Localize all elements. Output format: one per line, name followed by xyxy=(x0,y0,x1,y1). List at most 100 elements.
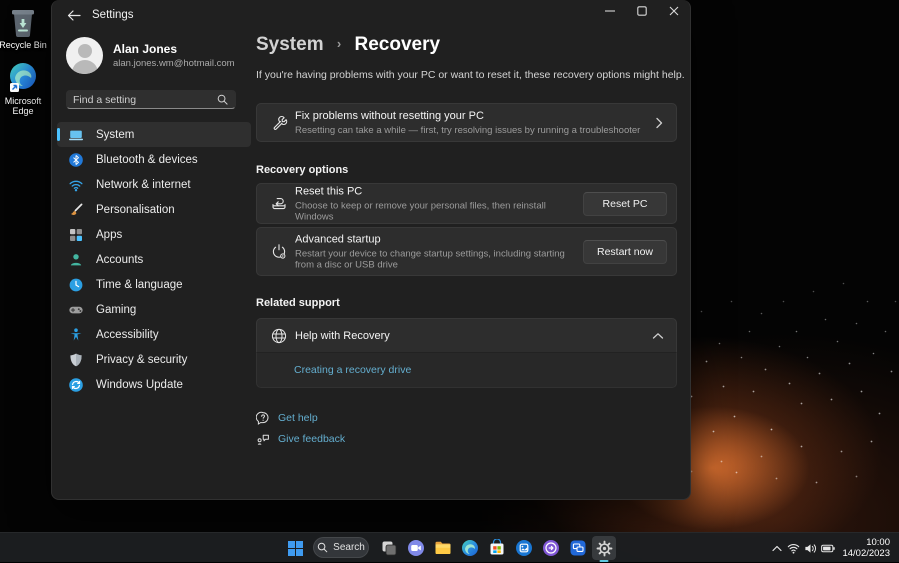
breadcrumb-system[interactable]: System xyxy=(256,34,324,55)
maximize-icon xyxy=(637,6,647,16)
desktop-icon-recycle-bin[interactable]: Recycle Bin xyxy=(0,6,49,50)
get-help-label[interactable]: Get help xyxy=(278,412,318,424)
sidebar-item-accessibility[interactable]: Accessibility xyxy=(57,322,251,347)
battery-status[interactable] xyxy=(819,533,836,563)
sidebar-item-bluetooth[interactable]: Bluetooth & devices xyxy=(57,147,251,172)
give-feedback-label[interactable]: Give feedback xyxy=(278,433,345,445)
back-arrow-icon xyxy=(67,9,81,21)
fix-problems-card[interactable]: Fix problems without resetting your PC R… xyxy=(256,103,677,142)
window-title: Settings xyxy=(92,9,134,21)
apps-icon xyxy=(70,228,82,241)
personalisation-icon xyxy=(71,203,83,215)
give-feedback-icon xyxy=(257,434,269,445)
wifi-status[interactable] xyxy=(785,533,802,563)
user-profile[interactable]: Alan Jones alan.jones.wm@hotmail.com xyxy=(66,37,235,74)
wifi-icon xyxy=(788,543,800,554)
sidebar-item-network[interactable]: Network & internet xyxy=(57,172,251,197)
file-explorer-button[interactable] xyxy=(431,536,455,560)
sidebar-item-label: Network & internet xyxy=(96,178,191,191)
desktop-icon-label: Recycle Bin xyxy=(0,40,47,50)
battery-icon xyxy=(821,544,835,552)
get-started-icon xyxy=(543,540,559,556)
task-view-button[interactable] xyxy=(377,536,401,560)
system-icon xyxy=(69,130,83,140)
sidebar-item-label: Gaming xyxy=(96,303,137,316)
desktop-icon-label: Microsoft xyxy=(4,96,42,106)
start-button[interactable] xyxy=(283,536,307,560)
minimize-button[interactable] xyxy=(594,0,626,22)
store-button[interactable] xyxy=(485,536,509,560)
help-expander-body: Creating a recovery drive xyxy=(256,353,677,388)
settings-gear-icon xyxy=(596,540,612,556)
card-title: Advanced startup xyxy=(295,233,381,245)
close-button[interactable] xyxy=(658,0,690,22)
maximize-button[interactable] xyxy=(626,0,658,22)
sidebar-item-label: Privacy & security xyxy=(96,353,188,366)
edge-icon xyxy=(462,540,478,556)
sidebar-nav: System Bluetooth & devices Network & int… xyxy=(52,122,256,397)
gaming-icon xyxy=(69,306,83,313)
sidebar-item-label: Accessibility xyxy=(96,328,159,341)
search-input[interactable] xyxy=(67,93,217,106)
get-help-link[interactable]: Get help xyxy=(256,411,318,425)
task-view-icon xyxy=(382,541,397,556)
back-button[interactable] xyxy=(62,4,86,26)
give-feedback-link[interactable]: Give feedback xyxy=(256,432,345,446)
desktop: Recycle Bin Microsoft Edge Settings Alan… xyxy=(0,0,899,562)
desktop-icon-edge[interactable]: Microsoft Edge xyxy=(0,62,49,116)
taskbar-search[interactable]: Search xyxy=(313,537,369,558)
help-expander-header[interactable]: Help with Recovery xyxy=(256,318,677,353)
recovery-drive-link[interactable]: Creating a recovery drive xyxy=(294,364,411,376)
desktop-icon-label: Edge xyxy=(12,106,34,116)
sidebar-item-label: Accounts xyxy=(96,253,144,266)
settings-search[interactable] xyxy=(66,90,236,109)
advanced-startup-icon xyxy=(272,243,286,259)
sidebar-item-system[interactable]: System xyxy=(57,122,251,147)
sidebar-item-accounts[interactable]: Accounts xyxy=(57,247,251,272)
pinned-app-blue-icon xyxy=(516,540,532,556)
chat-button[interactable] xyxy=(404,536,428,560)
minimize-icon xyxy=(605,10,615,12)
system-tray: 10:00 14/02/2023 xyxy=(768,533,899,563)
help-with-recovery-card: Help with Recovery Creating a recovery d… xyxy=(256,318,677,388)
pinned-app-screens-button[interactable] xyxy=(566,536,590,560)
sidebar-item-time-language[interactable]: Time & language xyxy=(57,272,251,297)
pinned-app-blue-button[interactable] xyxy=(512,536,536,560)
restart-now-button[interactable]: Restart now xyxy=(583,239,667,264)
close-icon xyxy=(669,6,679,16)
clock-date: 14/02/2023 xyxy=(842,548,890,559)
card-title: Fix problems without resetting your PC xyxy=(295,109,484,122)
reset-pc-button[interactable]: Reset PC xyxy=(583,191,667,216)
avatar xyxy=(66,37,103,74)
network-icon xyxy=(69,180,83,191)
advanced-startup-card: Advanced startup Restart your device to … xyxy=(256,227,677,276)
sidebar-item-privacy[interactable]: Privacy & security xyxy=(57,347,251,372)
sidebar-item-label: Personalisation xyxy=(96,203,175,216)
hidden-icons-button[interactable] xyxy=(768,533,785,563)
wrench-icon xyxy=(273,115,288,130)
reset-pc-icon xyxy=(272,197,286,209)
settings-taskbar-button[interactable] xyxy=(592,536,616,562)
search-icon xyxy=(317,542,328,553)
titlebar: Settings xyxy=(52,0,690,30)
taskbar: Search 10:00 14/02/2023 xyxy=(0,532,899,562)
reset-pc-card: Reset this PC Choose to keep or remove y… xyxy=(256,183,677,224)
sidebar-item-label: Time & language xyxy=(96,278,183,291)
store-icon xyxy=(490,539,504,555)
get-started-button[interactable] xyxy=(539,536,563,560)
recycle-bin-icon xyxy=(12,10,34,37)
chevron-up-icon xyxy=(772,545,782,551)
file-explorer-icon xyxy=(435,541,451,554)
edge-icon xyxy=(10,63,36,92)
taskbar-clock[interactable]: 10:00 14/02/2023 xyxy=(842,537,890,559)
sidebar-item-gaming[interactable]: Gaming xyxy=(57,297,251,322)
sidebar-item-personalisation[interactable]: Personalisation xyxy=(57,197,251,222)
volume-status[interactable] xyxy=(802,533,819,563)
sidebar-item-apps[interactable]: Apps xyxy=(57,222,251,247)
settings-window: Settings Alan Jones alan.jones.wm@hotmai… xyxy=(51,0,691,500)
time-language-icon xyxy=(69,278,83,291)
sidebar-item-windows-update[interactable]: Windows Update xyxy=(57,372,251,397)
card-title: Help with Recovery xyxy=(295,329,390,342)
edge-button[interactable] xyxy=(458,536,482,560)
page-intro: If you're having problems with your PC o… xyxy=(256,69,685,81)
